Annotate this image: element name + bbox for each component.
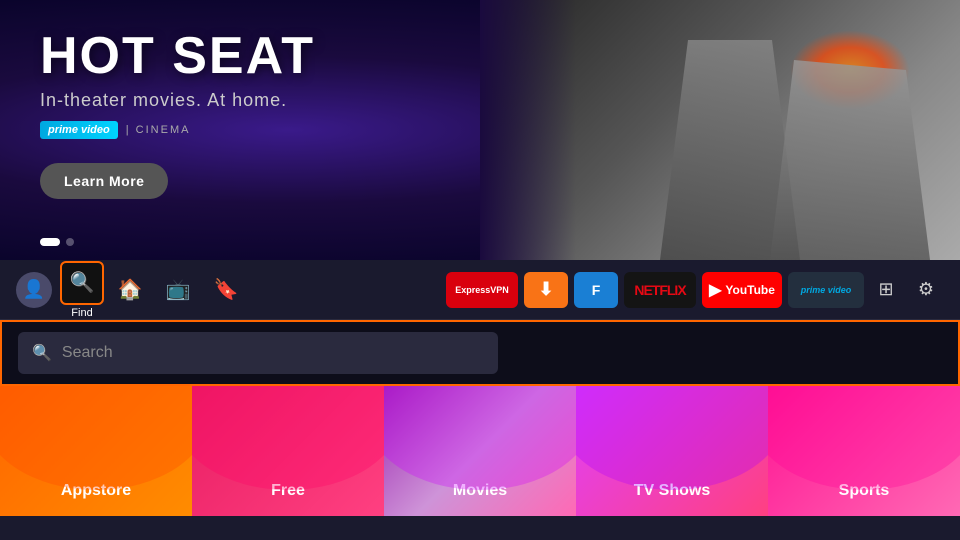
netflix-label: NETFLIX bbox=[634, 282, 685, 298]
hero-image bbox=[480, 0, 960, 260]
hero-subtitle: In-theater movies. At home. bbox=[40, 90, 315, 111]
dot-1[interactable] bbox=[40, 238, 60, 246]
expressvpn-label: ExpressVPN bbox=[455, 285, 509, 295]
settings-icon[interactable]: ⚙ bbox=[908, 272, 944, 308]
category-movies[interactable]: Movies bbox=[384, 386, 576, 516]
bookmark-icon[interactable]: 🔖 bbox=[204, 268, 248, 312]
hero-dots bbox=[40, 238, 74, 246]
find-label: Find bbox=[71, 307, 92, 319]
expressvpn-app[interactable]: ExpressVPN bbox=[446, 272, 518, 308]
category-appstore-label: Appstore bbox=[61, 482, 131, 500]
category-tvshows-label: TV Shows bbox=[634, 482, 710, 500]
category-appstore[interactable]: Appstore bbox=[0, 386, 192, 516]
grid-icon[interactable]: ⊞ bbox=[868, 272, 904, 308]
categories-row: Appstore Free Movies TV Shows Sports bbox=[0, 386, 960, 516]
find-button[interactable]: 🔍 Find bbox=[60, 261, 104, 319]
avatar[interactable]: 👤 bbox=[16, 272, 52, 308]
prime-cinema-label: | CINEMA bbox=[126, 124, 191, 136]
search-nav-icon[interactable]: 🔍 bbox=[60, 261, 104, 305]
netflix-app[interactable]: NETFLIX bbox=[624, 272, 696, 308]
search-bar[interactable]: 🔍 Search bbox=[18, 332, 498, 374]
prime-badge: prime video | CINEMA bbox=[40, 121, 315, 139]
tv-icon[interactable]: 📺 bbox=[156, 268, 200, 312]
search-placeholder: Search bbox=[62, 344, 113, 362]
category-free[interactable]: Free bbox=[192, 386, 384, 516]
category-movies-label: Movies bbox=[453, 482, 507, 500]
fdroid-app[interactable]: F bbox=[574, 272, 618, 308]
learn-more-button[interactable]: Learn More bbox=[40, 163, 168, 199]
fdroid-label: F bbox=[592, 282, 601, 298]
home-icon[interactable]: 🏠 bbox=[108, 268, 152, 312]
youtube-app[interactable]: ▶ YouTube bbox=[702, 272, 782, 308]
downloader-label: ⬇ bbox=[538, 279, 553, 300]
hero-title: HOT SEAT bbox=[40, 30, 315, 82]
youtube-label: YouTube bbox=[725, 283, 775, 297]
category-sports[interactable]: Sports bbox=[768, 386, 960, 516]
prime-logo: prime video bbox=[40, 121, 118, 139]
downloader-app[interactable]: ⬇ bbox=[524, 272, 568, 308]
figure-right bbox=[770, 60, 930, 260]
apps-row: ExpressVPN ⬇ F NETFLIX ▶ YouTube prime v… bbox=[446, 272, 864, 308]
youtube-play-icon: ▶ bbox=[709, 280, 721, 300]
category-free-label: Free bbox=[271, 482, 305, 500]
search-section: 🔍 Search bbox=[0, 320, 960, 386]
prime-video-app[interactable]: prime video bbox=[788, 272, 864, 308]
prime-video-label: prime video bbox=[801, 285, 852, 295]
category-tvshows[interactable]: TV Shows bbox=[576, 386, 768, 516]
hero-content: HOT SEAT In-theater movies. At home. pri… bbox=[40, 30, 315, 199]
category-sports-label: Sports bbox=[839, 482, 890, 500]
dot-2[interactable] bbox=[66, 238, 74, 246]
navigation-bar: 👤 🔍 Find 🏠 📺 🔖 ExpressVPN ⬇ F NETFLIX ▶ … bbox=[0, 260, 960, 320]
hero-banner: HOT SEAT In-theater movies. At home. pri… bbox=[0, 0, 960, 260]
search-icon: 🔍 bbox=[32, 343, 52, 363]
